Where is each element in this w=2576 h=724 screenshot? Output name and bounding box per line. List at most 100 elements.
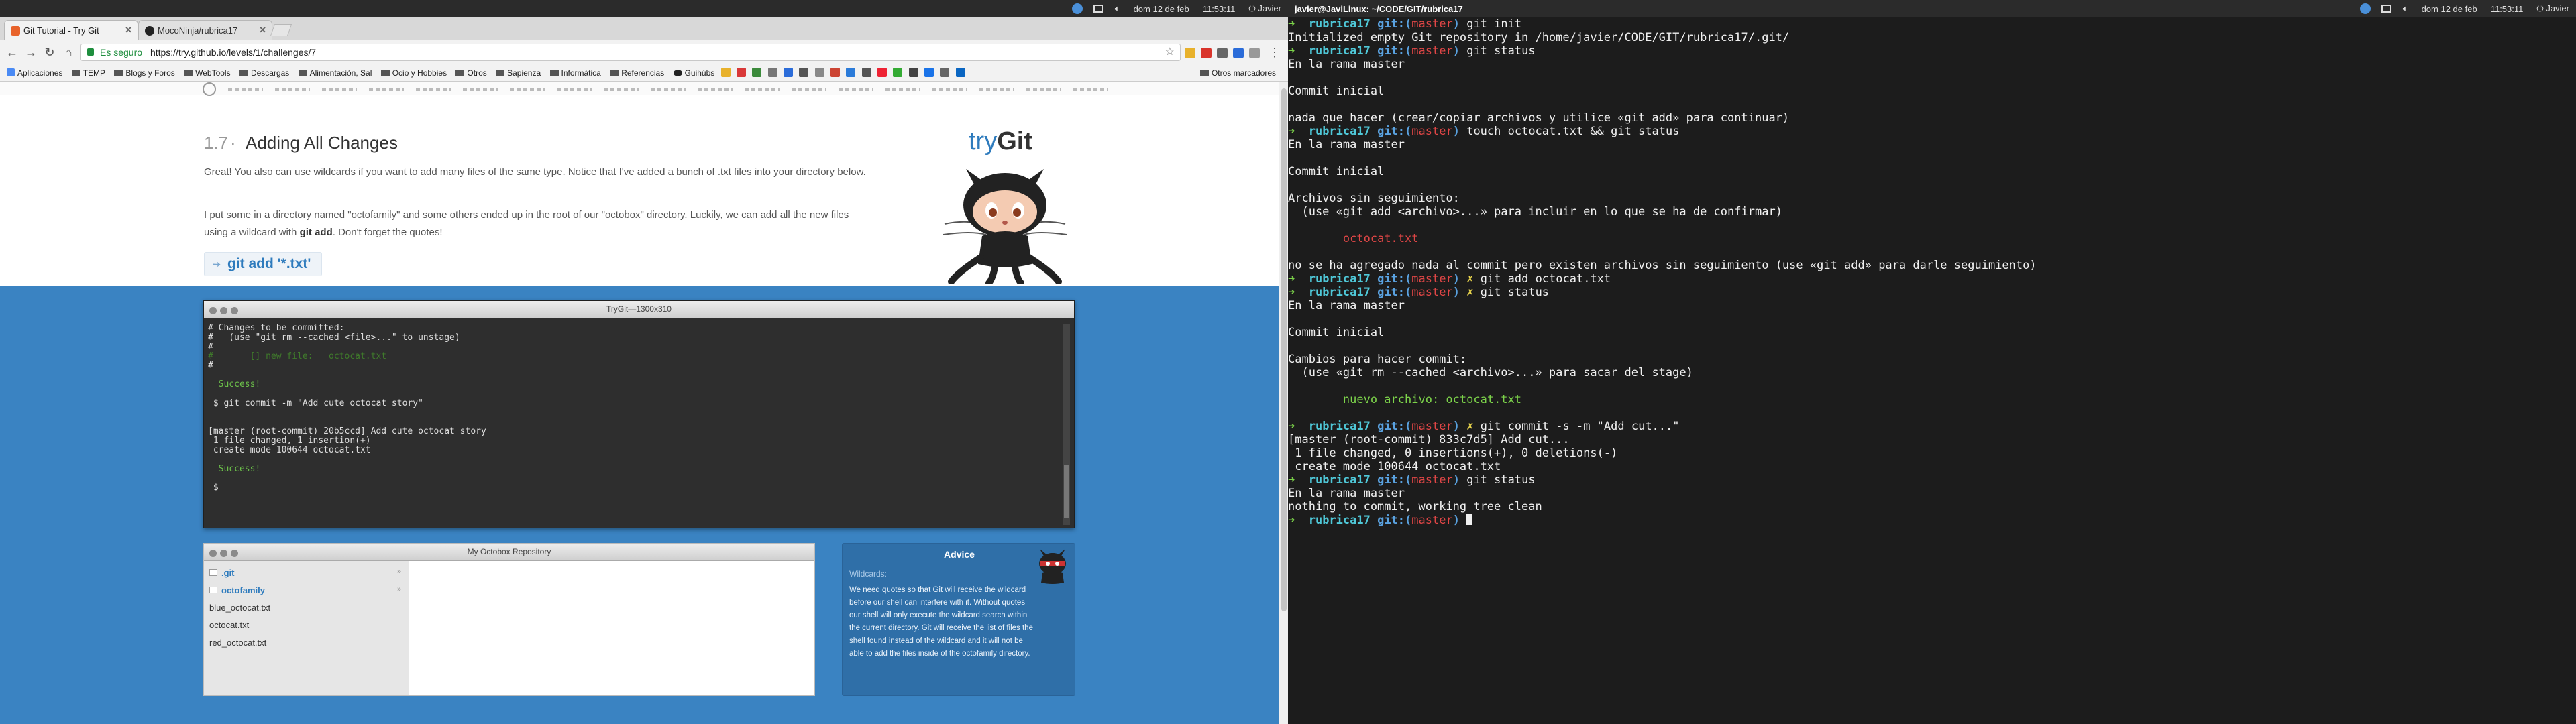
bookmark-icon[interactable] <box>814 68 824 77</box>
page-scrollbar[interactable] <box>1279 82 1288 724</box>
scrollbar-thumb[interactable] <box>1064 465 1069 518</box>
close-tab-icon[interactable]: ✕ <box>259 25 266 36</box>
tree-file[interactable]: blue_octocat.txt <box>209 603 270 613</box>
user-menu[interactable]: ⏻ Javier <box>2536 3 2569 14</box>
home-icon[interactable]: ⌂ <box>60 45 76 60</box>
bookmark-icon[interactable] <box>799 68 809 77</box>
back-arrow-icon[interactable]: ← <box>4 45 20 60</box>
chevron-right-icon: » <box>397 585 402 593</box>
prompt-git-close: ) <box>1452 17 1460 31</box>
level-circle-icon[interactable] <box>203 82 216 96</box>
dirty-marker-icon: ✗ <box>1466 286 1481 299</box>
new-tab-button[interactable] <box>270 24 292 36</box>
repo-title: My Octobox Repository <box>467 547 551 556</box>
telegram-icon[interactable] <box>1071 3 1083 14</box>
extension-icon[interactable] <box>1233 48 1244 58</box>
output-text: En la rama master <box>1288 487 1405 500</box>
progress-dash <box>322 88 357 90</box>
trygit-terminal-window[interactable]: TryGit—1300x310 # Changes to be committe… <box>203 300 1075 528</box>
trygit-logo[interactable]: tryGit <box>969 127 1032 156</box>
extension-icon[interactable] <box>1249 48 1260 58</box>
output-text: 1 file changed, 0 insertions(+), 0 delet… <box>1288 446 1618 460</box>
terminal-output[interactable]: # Changes to be committed: # (use "git rm… <box>208 324 1057 522</box>
bookmark-folder[interactable]: Sapienza <box>496 68 541 78</box>
extension-icon[interactable] <box>1185 48 1195 58</box>
progress-dash <box>979 88 1014 90</box>
bookmark-github[interactable]: Guihúbs <box>673 68 714 78</box>
bookmark-star-icon[interactable]: ☆ <box>1165 44 1175 60</box>
bookmark-folder[interactable]: Ocio y Hobbies <box>380 68 447 78</box>
user-menu[interactable]: ⏻ Javier <box>1248 3 1281 14</box>
terminal-line: # (use "git rm --cached <file>..." to un… <box>208 333 460 343</box>
bookmark-icon[interactable] <box>736 68 746 77</box>
clock-date[interactable]: dom 12 de feb <box>2422 4 2477 14</box>
tree-folder-git[interactable]: .git » <box>209 568 401 578</box>
bookmark-folder[interactable]: Alimentación, Sal <box>298 68 372 78</box>
tab-github-repo[interactable]: MocoNinja/rubrica17 ✕ <box>138 20 272 40</box>
bookmark-folder[interactable]: Otros <box>455 68 487 78</box>
terminal-line: En la rama master <box>1288 487 2576 500</box>
bookmark-icon[interactable] <box>940 68 950 77</box>
trygit-favicon-icon <box>11 26 20 36</box>
bookmark-folder[interactable]: WebTools <box>184 68 231 78</box>
bookmark-folder[interactable]: Referencias <box>610 68 664 78</box>
bookmark-icon[interactable] <box>877 68 888 77</box>
terminal-line: Success! <box>208 464 261 474</box>
gnome-terminal[interactable]: ➜ rubrica17 git:(master) git init Initial… <box>1288 17 2576 724</box>
bookmark-folder[interactable]: Informática <box>549 68 601 78</box>
volume-icon[interactable]: 🔈︎ <box>2403 3 2408 14</box>
menu-kebab-icon[interactable]: ⋮ <box>1267 45 1283 60</box>
dirty-marker-icon: ✗ <box>1466 272 1481 286</box>
tree-file[interactable]: red_octocat.txt <box>209 638 266 648</box>
extension-icon[interactable] <box>1217 48 1228 58</box>
telegram-icon[interactable] <box>2359 3 2371 14</box>
display-icon[interactable] <box>2381 5 2391 13</box>
bookmarks-bar: Aplicaciones TEMP Blogs y Foros WebTools… <box>0 64 1288 82</box>
terminal-line: ➜ rubrica17 git:(master) ✗ git commit -s… <box>1288 420 2576 433</box>
display-icon[interactable] <box>1093 5 1103 13</box>
bookmark-icon[interactable] <box>752 68 762 77</box>
progress-dash <box>792 88 826 90</box>
bookmark-icon[interactable] <box>720 68 731 77</box>
output-text: Commit inicial <box>1288 326 1385 339</box>
output-text: Commit inicial <box>1288 84 1385 98</box>
clock-time[interactable]: 11:53:11 <box>1203 4 1236 14</box>
scrollbar-thumb[interactable] <box>1281 88 1287 611</box>
bookmark-folder[interactable]: TEMP <box>71 68 105 78</box>
other-bookmarks[interactable]: Otros marcadores <box>1199 68 1276 78</box>
bookmark-icon[interactable] <box>861 68 871 77</box>
tree-file[interactable]: octocat.txt <box>209 620 249 630</box>
bookmark-icon[interactable] <box>908 68 918 77</box>
tree-folder-octofamily[interactable]: octofamily » <box>209 585 401 595</box>
terminal-line: En la rama master <box>1288 138 2576 152</box>
advice-text: We need quotes so that Git will receive … <box>849 586 1033 658</box>
volume-icon[interactable]: 🔈︎ <box>1115 3 1120 14</box>
bookmark-folder[interactable]: Blogs y Foros <box>114 68 175 78</box>
hint-command-button[interactable]: ➙ git add '*.txt' <box>204 252 323 276</box>
bookmark-icon[interactable] <box>893 68 903 77</box>
close-tab-icon[interactable]: ✕ <box>125 25 132 36</box>
bookmark-icon[interactable] <box>846 68 856 77</box>
terminal-title: TryGit—1300x310 <box>606 304 672 314</box>
address-bar[interactable]: Es seguro https://try.github.io/levels/1… <box>80 44 1181 61</box>
forward-arrow-icon[interactable]: → <box>23 45 39 60</box>
bookmark-icon[interactable] <box>955 68 965 77</box>
tab-git-tutorial[interactable]: Git Tutorial - Try Git ✕ <box>4 20 138 40</box>
bookmark-icon[interactable] <box>830 68 841 77</box>
clock-time[interactable]: 11:53:11 <box>2491 4 2524 14</box>
user-name: Javier <box>1258 3 1281 13</box>
terminal-output[interactable]: ➜ rubrica17 git:(master) git init Initial… <box>1288 17 2576 724</box>
terminal-scrollbar[interactable] <box>1063 324 1070 525</box>
bookmark-icon[interactable] <box>784 68 793 77</box>
extension-icon[interactable] <box>1201 48 1212 58</box>
bookmark-icon[interactable] <box>767 68 777 77</box>
reload-icon[interactable]: ↻ <box>42 45 58 60</box>
bookmark-aplicaciones[interactable]: Aplicaciones <box>7 68 62 78</box>
output-text: En la rama master <box>1288 138 1405 152</box>
bookmark-icon[interactable] <box>924 68 934 77</box>
prompt-git-close: ) <box>1452 272 1460 286</box>
progress-dash <box>839 88 873 90</box>
clock-date[interactable]: dom 12 de feb <box>1134 4 1189 14</box>
bookmark-folder[interactable]: Descargas <box>239 68 289 78</box>
